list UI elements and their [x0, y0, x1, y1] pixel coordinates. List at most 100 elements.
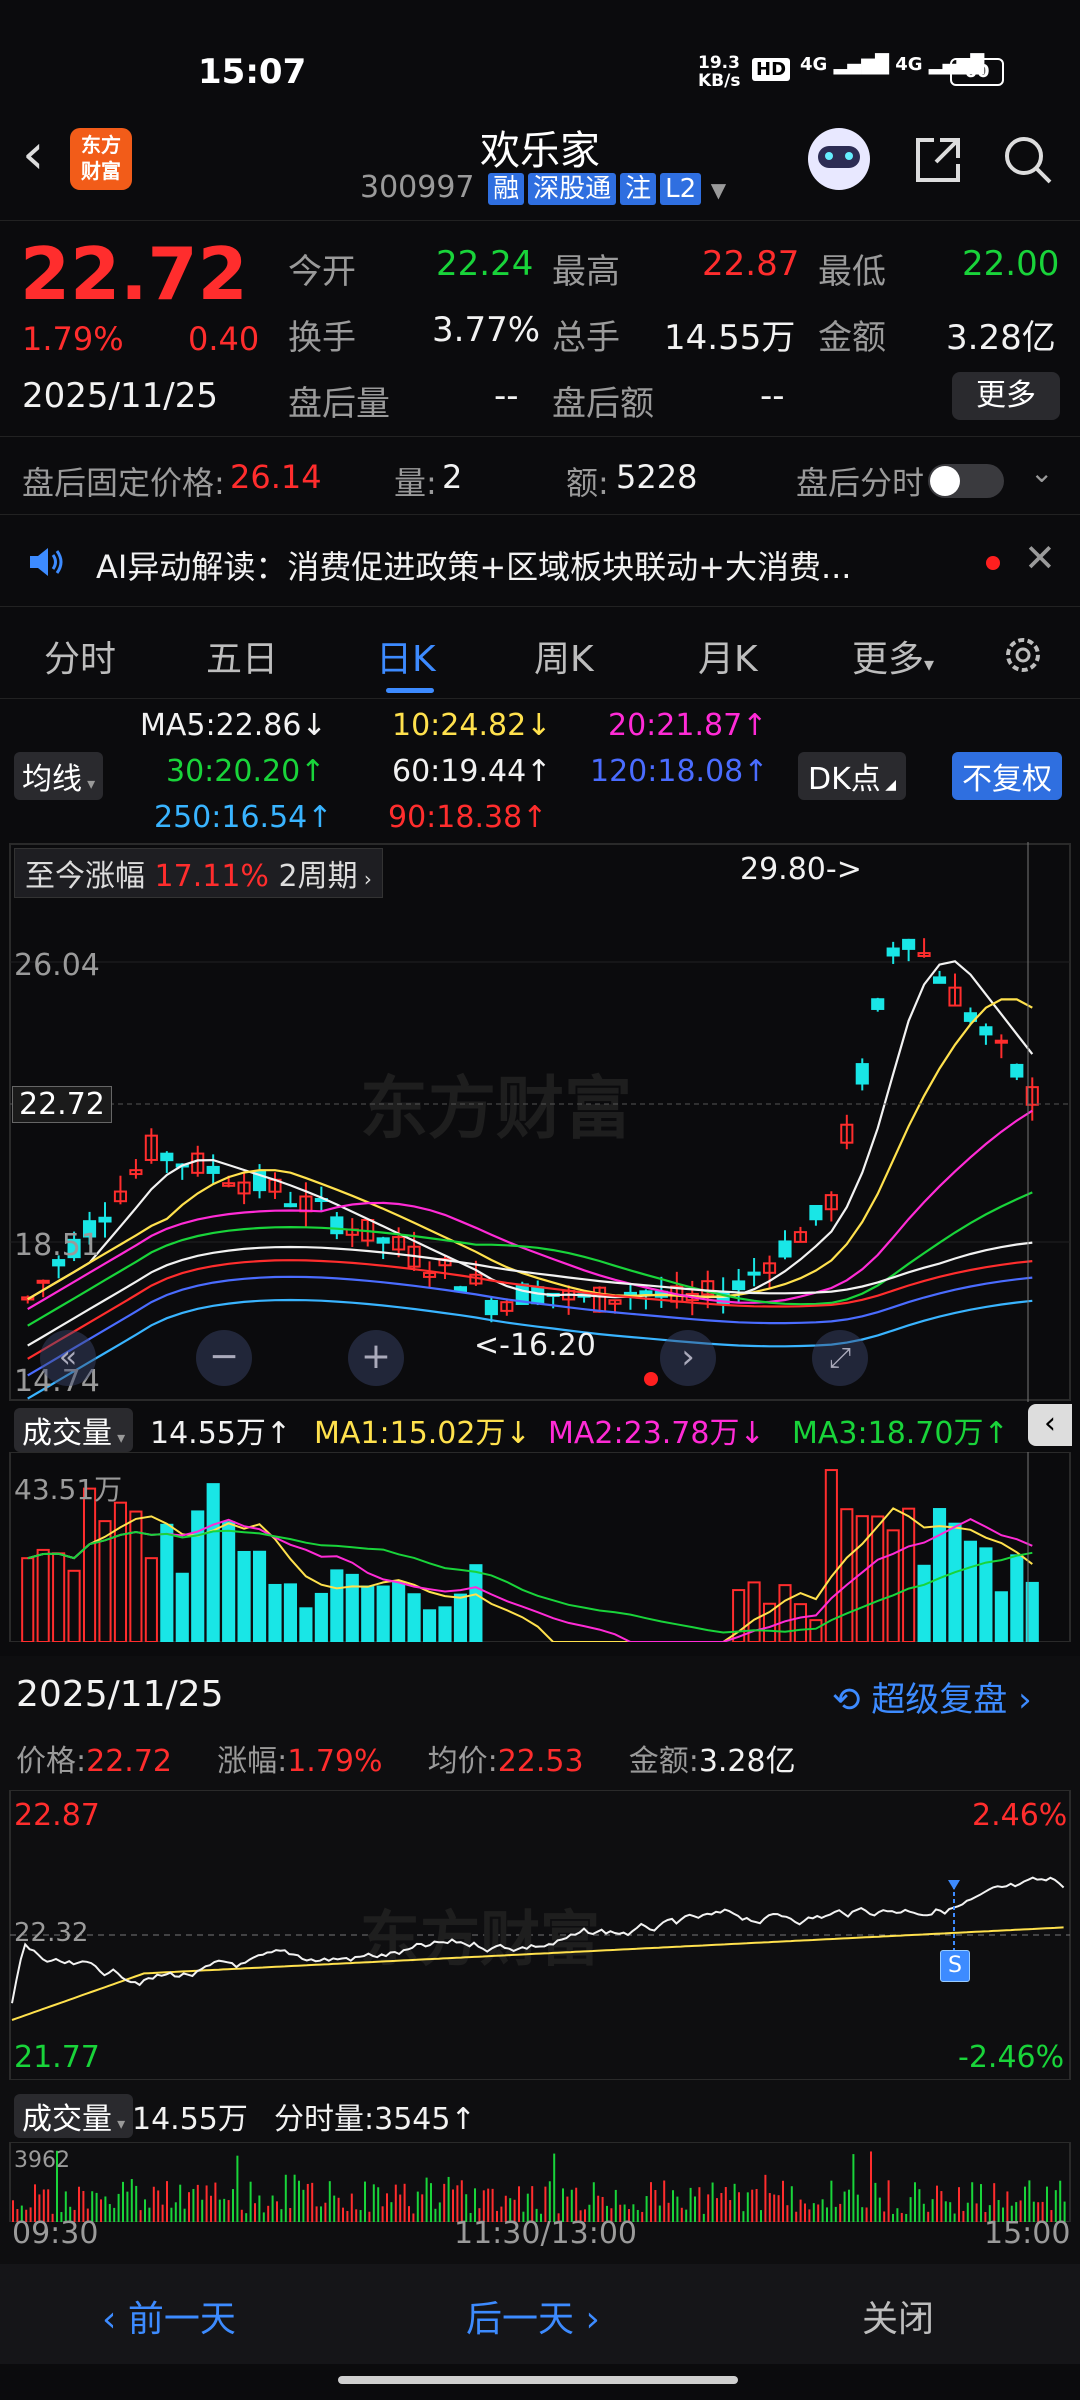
tick-volume-bar	[658, 2205, 661, 2222]
volume-bar	[361, 1585, 375, 1642]
time-end: 15:00	[984, 2216, 1071, 2251]
tick-volume-bar	[100, 2199, 102, 2222]
signal-2-label: 4G	[895, 54, 923, 75]
tick-volume-bar	[949, 2202, 952, 2222]
volume-bar	[422, 1609, 437, 1642]
volume-panel[interactable]: 成交量 ▾ 14.55万↑ MA1:15.02万↓ MA2:23.78万↓ MA…	[0, 1404, 1080, 1644]
tick-volume-bar	[839, 2203, 842, 2222]
low-marker: <-16.20	[474, 1328, 596, 1363]
home-indicator[interactable]	[338, 2376, 738, 2384]
volume-svg	[9, 1452, 1071, 1642]
volume-bar	[113, 1501, 128, 1642]
tick-volume-bar	[861, 2207, 864, 2222]
chevron-down-icon[interactable]: ⌄	[1030, 456, 1053, 489]
zoom-in-icon[interactable]: +	[348, 1330, 404, 1386]
intraday-volume-legend: 成交量 ▾ 14.55万 分时量:3545↑	[0, 2090, 1080, 2138]
dk-point-button[interactable]: DK点 ◢	[798, 752, 906, 800]
tick-volume-bar	[892, 2213, 894, 2222]
volume-bar	[917, 1564, 931, 1642]
bottom-nav: ‹ 前一天 后一天 › 关闭	[0, 2264, 1080, 2364]
gear-icon[interactable]	[998, 630, 1048, 680]
tick-volume-bar	[830, 2180, 833, 2222]
tick-volume-bar	[694, 2196, 696, 2222]
tick-volume-bar	[408, 2206, 410, 2222]
volume-value: 14.55万↑	[150, 1416, 292, 1451]
tab-intraday[interactable]: 分时	[44, 630, 116, 682]
ma-selector[interactable]: 均线 ▾	[14, 752, 104, 800]
tab-weekly-k[interactable]: 周K	[534, 630, 594, 682]
ma120-value: 120:18.08↑	[590, 754, 769, 789]
after-chart-toggle[interactable]	[928, 464, 1004, 498]
kline-chart[interactable]: 东方财富 至今涨幅 17.11% 2周期 › 26.04 18.51 14.74…	[0, 842, 1080, 1402]
tick-volume-bar	[315, 2206, 318, 2222]
tick-volume-bar	[183, 2208, 186, 2222]
intraday-volume-selector[interactable]: 成交量 ▾	[14, 2094, 134, 2138]
net-speed-value: 19.3	[698, 53, 740, 73]
tick-volume-bar	[931, 2199, 934, 2222]
range-box[interactable]: 至今涨幅 17.11% 2周期 ›	[14, 848, 383, 898]
ma-line	[27, 998, 1033, 1301]
next-day-button[interactable]: 后一天 ›	[466, 2290, 600, 2342]
pan-right-icon[interactable]: ›	[660, 1330, 716, 1386]
sell-marker[interactable]: S	[940, 1950, 970, 1982]
intraday-price: 22.72	[86, 1744, 172, 1779]
tab-daily-k[interactable]: 日K	[376, 630, 436, 682]
speaker-icon	[30, 548, 63, 576]
tick-volume-bar	[909, 2197, 912, 2222]
tick-volume-bar	[152, 2186, 155, 2222]
after-qty-value: 2	[442, 458, 463, 496]
tick-volume-bar	[298, 2180, 300, 2222]
more-button[interactable]: 更多	[952, 372, 1060, 420]
tick-volume-bar	[940, 2191, 943, 2222]
share-icon[interactable]	[910, 132, 966, 188]
close-button[interactable]: 关闭	[862, 2290, 934, 2342]
volume-bar	[886, 1529, 900, 1642]
tick-volume-bar	[267, 2205, 270, 2222]
tick-volume-bar	[914, 2182, 916, 2222]
tick-volume-bar	[654, 2190, 657, 2222]
close-icon[interactable]: ✕	[1024, 536, 1056, 580]
intraday-amount: 3.28亿	[698, 1744, 796, 1779]
tick-volume-bar	[795, 2211, 798, 2222]
tick-volume-bar	[782, 2180, 784, 2222]
candle-body	[747, 1271, 761, 1276]
hd-icon: HD	[752, 58, 791, 81]
turnover-label: 换手	[288, 318, 356, 358]
next-day-label: 后一天	[466, 2299, 575, 2340]
robot-assistant-icon[interactable]	[808, 128, 870, 190]
tick-volume-bar	[324, 2202, 327, 2222]
replay-link[interactable]: ⟲ 超级复盘 ›	[832, 1672, 1032, 1721]
news-banner[interactable]: AI异动解读：消费促进政策+区域板块联动+大消费... ✕	[0, 518, 1080, 604]
volume-bar	[283, 1583, 298, 1642]
tick-volume-bar	[130, 2179, 133, 2222]
quote-panel: 22.72 1.79% 0.40 2025/11/25 今开 22.24 最高 …	[0, 222, 1080, 432]
volume-selector[interactable]: 成交量 ▾	[14, 1408, 134, 1452]
volume-bar	[160, 1523, 174, 1642]
candle-body	[98, 1216, 112, 1223]
prev-day-button[interactable]: ‹ 前一天	[102, 2290, 236, 2342]
tick-volume-bar	[443, 2183, 446, 2222]
fullscreen-icon[interactable]: ⤢	[812, 1330, 868, 1386]
zoom-out-icon[interactable]: −	[196, 1330, 252, 1386]
event-dot[interactable]	[644, 1372, 658, 1386]
tick-volume-bar	[799, 2199, 802, 2222]
intraday-svg: 东方财富	[9, 1790, 1071, 2080]
chevron-down-icon[interactable]: ▼	[711, 178, 726, 202]
tick-volume-bar	[755, 2188, 758, 2222]
collapse-icon[interactable]: ‹	[1028, 1404, 1072, 1446]
search-icon[interactable]	[1000, 132, 1056, 188]
after-chart-label: 盘后分时	[796, 464, 925, 502]
tab-monthly-k[interactable]: 月K	[698, 630, 758, 682]
tick-volume-bar	[645, 2196, 648, 2222]
volume-ma2: MA2:23.78万↓	[548, 1416, 765, 1451]
svg-text:东方财富: 东方财富	[360, 1905, 600, 1975]
intraday-pct-top: 2.46%	[972, 1798, 1068, 1833]
ma250-value: 250:16.54↑	[154, 800, 333, 835]
no-adjust-button[interactable]: 不复权	[952, 752, 1062, 800]
tab-five-day[interactable]: 五日	[206, 630, 278, 682]
tab-more[interactable]: 更多▾	[852, 630, 934, 682]
after-amount-label: 盘后额	[552, 384, 654, 424]
volume-bar	[871, 1515, 885, 1642]
tick-volume-bar	[438, 2202, 441, 2222]
rewind-icon[interactable]: «	[40, 1330, 96, 1386]
